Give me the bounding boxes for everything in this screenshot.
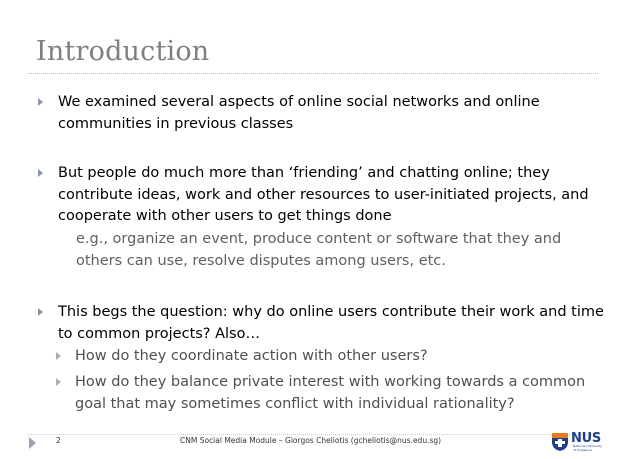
bullet-text: We examined several aspects of online so… bbox=[58, 94, 540, 132]
bullet-text: This begs the question: why do online us… bbox=[58, 304, 604, 342]
footer-arrow-icon bbox=[29, 437, 36, 449]
sub-bullet-text: How do they balance private interest wit… bbox=[75, 374, 586, 412]
footer-text: CNM Social Media Module – Giorgos Chelio… bbox=[180, 436, 442, 445]
nus-crest-icon bbox=[552, 433, 568, 451]
nus-subtext: National University of Singapore bbox=[573, 444, 602, 452]
sub-bullet-text: How do they coordinate action with other… bbox=[75, 348, 428, 364]
bullet-arrow-icon bbox=[38, 308, 43, 316]
title-divider bbox=[27, 73, 598, 74]
bullet-text: But people do much more than ‘friending’… bbox=[58, 165, 589, 224]
footer-divider bbox=[28, 434, 598, 435]
slide: Introduction We examined several aspects… bbox=[0, 0, 625, 459]
slide-title: Introduction bbox=[36, 36, 210, 67]
bullet-arrow-icon bbox=[38, 169, 43, 177]
nus-logo: NUS National University of Singapore bbox=[551, 430, 603, 454]
page-number: 2 bbox=[56, 436, 61, 445]
bullet-detail: e.g., organize an event, produce content… bbox=[76, 231, 562, 269]
sub-bullet-arrow-icon bbox=[56, 378, 61, 386]
bullet-arrow-icon bbox=[38, 98, 43, 106]
sub-bullet-arrow-icon bbox=[56, 352, 61, 360]
